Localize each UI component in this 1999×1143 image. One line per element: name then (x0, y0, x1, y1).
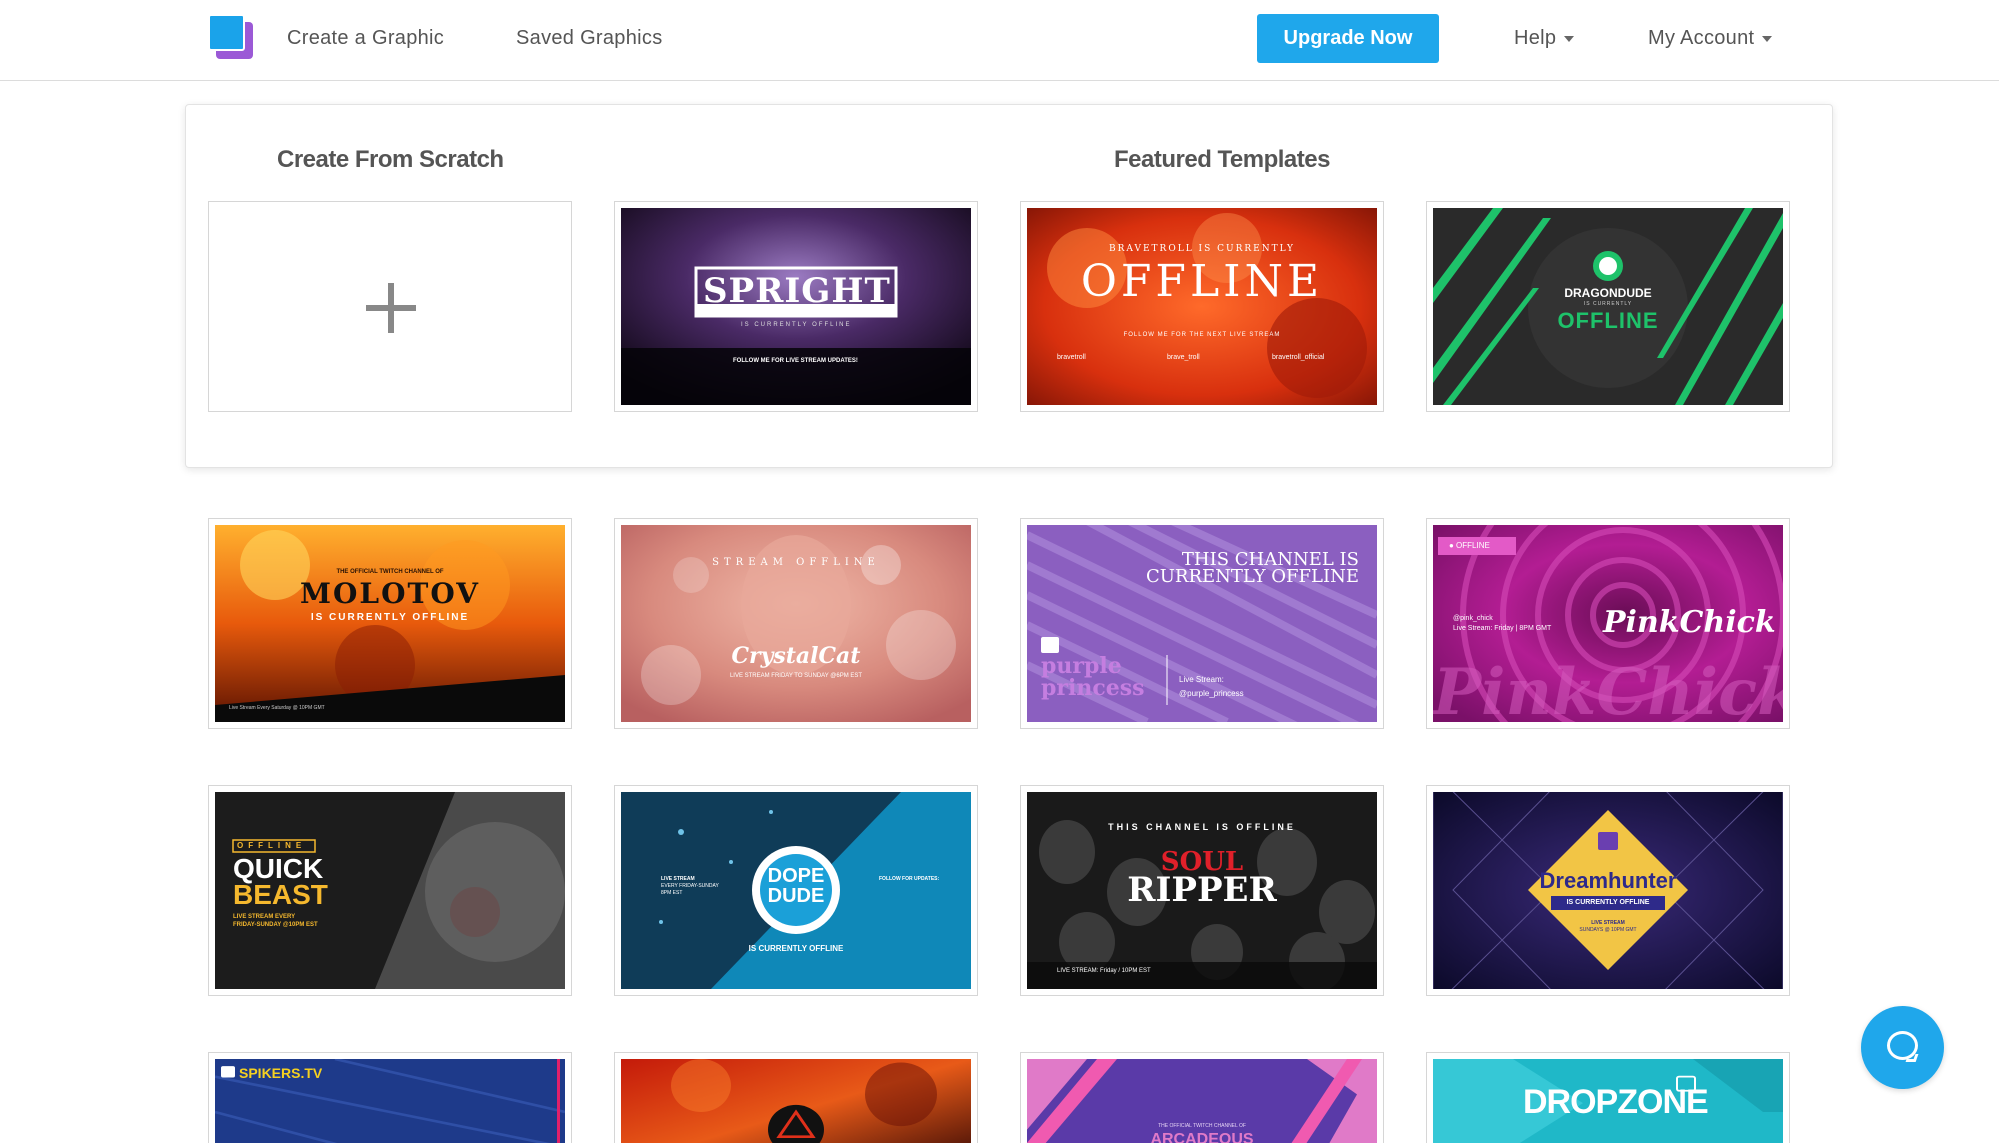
template-title: PinkChick (1603, 605, 1776, 640)
template-thumbnail: OFFLINE QUICK BEAST LIVE STREAM EVERY FR… (215, 792, 565, 989)
template-thumbnail: THE OFFICIAL TWITCH CHANNEL OF MOLOTOV I… (215, 525, 565, 722)
help-menu[interactable]: Help (1514, 27, 1575, 50)
template-title-line-2: DUDE (767, 885, 825, 907)
template-thumbnail: THIS CHANNEL IS CURRENTLY OFFLINE purple… (1027, 525, 1377, 722)
template-thumbnail: ● OFFLINE @pink_chick Live Stream: Frida… (1433, 525, 1783, 722)
template-card-fire-emblem[interactable] (614, 1052, 978, 1143)
template-social-2: brave_troll (1167, 354, 1200, 361)
create-from-scratch-button[interactable] (208, 201, 572, 412)
template-title-line-2: RIPPER (1127, 870, 1277, 910)
template-social-1: bravetroll (1057, 354, 1086, 361)
template-subtitle: IS CURRENTLY (1583, 301, 1633, 307)
template-title: SPRIGHT (703, 271, 891, 311)
template-card-soulripper[interactable]: THIS CHANNEL IS OFFLINE SOUL RIPPER LIVE… (1020, 785, 1384, 996)
template-subtitle: IS CURRENTLY OFFLINE (748, 944, 844, 953)
template-left-text-2: EVERY FRIDAY-SUNDAY (661, 883, 719, 889)
template-handle: @pink_chick (1453, 615, 1493, 622)
template-footer-2: SUNDAYS @ 10PM GMT (1579, 927, 1637, 933)
template-name: DRAGONDUDE (1564, 286, 1652, 300)
my-account-label: My Account (1648, 27, 1755, 49)
template-card-arcadeous[interactable]: THE OFFICIAL TWITCH CHANNEL OF ARCADEOUS (1020, 1052, 1384, 1143)
template-top-text: THIS CHANNEL IS OFFLINE (1108, 822, 1296, 832)
template-title: SPIKERS.TV (239, 1065, 323, 1081)
template-title: THIS CHANNEL IS CURRENTLY OFFLINE (1145, 551, 1359, 587)
template-top-text: STREAM OFFLINE (712, 557, 880, 568)
template-card-quickbeast[interactable]: OFFLINE QUICK BEAST LIVE STREAM EVERY FR… (208, 785, 572, 996)
template-handle: @purple_princess (1179, 689, 1244, 698)
template-thumbnail: Dreamhunter IS CURRENTLY OFFLINE LIVE ST… (1433, 792, 1783, 989)
template-subtitle: IS CURRENTLY OFFLINE (310, 612, 470, 623)
template-follow-text: FOLLOW ME FOR LIVE STREAM UPDATES! (733, 358, 858, 364)
chevron-down-icon (1564, 35, 1575, 42)
template-card-molotov[interactable]: THE OFFICIAL TWITCH CHANNEL OF MOLOTOV I… (208, 518, 572, 729)
template-title-line-2: CURRENTLY OFFLINE (1145, 566, 1359, 587)
template-card-crystalcat[interactable]: STREAM OFFLINE CrystalCat LIVE STREAM FR… (614, 518, 978, 729)
template-social-3: bravetroll_official (1272, 354, 1325, 361)
template-card-pinkchick[interactable]: ● OFFLINE @pink_chick Live Stream: Frida… (1426, 518, 1790, 729)
template-subtitle: IS CURRENTLY OFFLINE (1566, 899, 1650, 906)
template-top-text: BRAVETROLL IS CURRENTLY (1109, 244, 1295, 254)
template-offline-badge: OFFLINE (237, 841, 307, 850)
template-top-text: THE OFFICIAL TWITCH CHANNEL OF (1158, 1123, 1246, 1129)
template-stream-label: Live Stream: Friday | 8PM GMT (1453, 625, 1552, 632)
template-top-text: THE OFFICIAL TWITCH CHANNEL OF (336, 569, 444, 575)
template-card-dropzone[interactable]: DROPZONE (1426, 1052, 1790, 1143)
template-thumbnail: BRAVETROLL IS CURRENTLY OFFLINE FOLLOW M… (1027, 208, 1377, 405)
template-subtitle: IS CURRENTLY OFFLINE (741, 322, 852, 328)
create-graphic-link[interactable]: Create a Graphic (287, 27, 444, 50)
upgrade-now-button[interactable]: Upgrade Now (1257, 14, 1439, 63)
template-thumbnail: DOPE DUDE IS CURRENTLY OFFLINE LIVE STRE… (621, 792, 971, 989)
template-thumbnail: THIS CHANNEL IS OFFLINE SOUL RIPPER LIVE… (1027, 792, 1377, 989)
template-footer-1: LIVE STREAM (1591, 920, 1625, 926)
template-card-dreamhunter[interactable]: Dreamhunter IS CURRENTLY OFFLINE LIVE ST… (1426, 785, 1790, 996)
template-title: ARCADEOUS (1150, 1131, 1254, 1143)
template-stream-label: Live Stream: (1179, 675, 1224, 684)
template-card-dragondude[interactable]: DRAGONDUDE IS CURRENTLY OFFLINE (1426, 201, 1790, 412)
template-footer: Live Stream Every Saturday @ 10PM GMT (229, 705, 325, 711)
template-title-line-2: BEAST (233, 879, 328, 910)
chevron-down-icon (1762, 35, 1773, 42)
template-title: OFFLINE (1557, 308, 1659, 333)
template-footer: LIVE STREAM: Friday / 10PM EST (1057, 968, 1151, 974)
template-thumbnail (621, 1059, 971, 1143)
template-subtitle: LIVE STREAM FRIDAY TO SUNDAY @6PM EST (729, 673, 863, 679)
saved-graphics-link[interactable]: Saved Graphics (516, 27, 663, 50)
template-right-text: FOLLOW FOR UPDATES: (879, 876, 940, 882)
template-follow-text: FOLLOW ME FOR THE NEXT LIVE STREAM (1123, 332, 1281, 338)
template-thumbnail: SPIKERS.TV (215, 1059, 565, 1143)
template-offline-badge: ● OFFLINE (1449, 541, 1490, 550)
template-left-text-3: 8PM EST (661, 890, 683, 896)
template-watermark-title: PinkChick (1433, 655, 1783, 722)
template-title: Dreamhunter (1539, 868, 1677, 893)
template-title: CrystalCat (731, 643, 861, 669)
template-card-spikers[interactable]: SPIKERS.TV (208, 1052, 572, 1143)
template-thumbnail: DROPZONE (1433, 1059, 1783, 1143)
template-card-dopedude[interactable]: DOPE DUDE IS CURRENTLY OFFLINE LIVE STRE… (614, 785, 978, 996)
create-from-scratch-heading: Create From Scratch (277, 146, 504, 173)
template-thumbnail: STREAM OFFLINE CrystalCat LIVE STREAM FR… (621, 525, 971, 722)
template-title: MOLOTOV (300, 577, 480, 610)
template-subtitle-line-2: FRIDAY-SUNDAY @10PM EST (233, 922, 318, 928)
featured-templates-heading: Featured Templates (1114, 146, 1330, 173)
template-card-bravetroll[interactable]: BRAVETROLL IS CURRENTLY OFFLINE FOLLOW M… (1020, 201, 1384, 412)
template-card-spright[interactable]: SPRIGHT IS CURRENTLY OFFLINE FOLLOW ME F… (614, 201, 978, 412)
template-channel-name: purple princess (1041, 655, 1145, 699)
template-channel-name-line-2: princess (1041, 675, 1145, 701)
my-account-menu[interactable]: My Account (1648, 27, 1773, 50)
top-navigation-bar: Create a Graphic Saved Graphics Upgrade … (0, 0, 1999, 81)
template-channel-name-line-1: purple (1041, 653, 1122, 679)
template-left-text-1: LIVE STREAM (661, 876, 695, 882)
template-title: DROPZONE (1523, 1083, 1709, 1121)
chat-support-button[interactable] (1861, 1006, 1944, 1089)
template-subtitle-line-1: LIVE STREAM EVERY (233, 914, 296, 920)
help-menu-label: Help (1514, 27, 1557, 49)
template-title: OFFLINE (1080, 256, 1324, 307)
app-logo[interactable] (208, 14, 254, 60)
template-thumbnail: SPRIGHT IS CURRENTLY OFFLINE FOLLOW ME F… (621, 208, 971, 405)
template-thumbnail: DRAGONDUDE IS CURRENTLY OFFLINE (1433, 208, 1783, 405)
template-thumbnail: THE OFFICIAL TWITCH CHANNEL OF ARCADEOUS (1027, 1059, 1377, 1143)
template-card-purple-princess[interactable]: THIS CHANNEL IS CURRENTLY OFFLINE purple… (1020, 518, 1384, 729)
